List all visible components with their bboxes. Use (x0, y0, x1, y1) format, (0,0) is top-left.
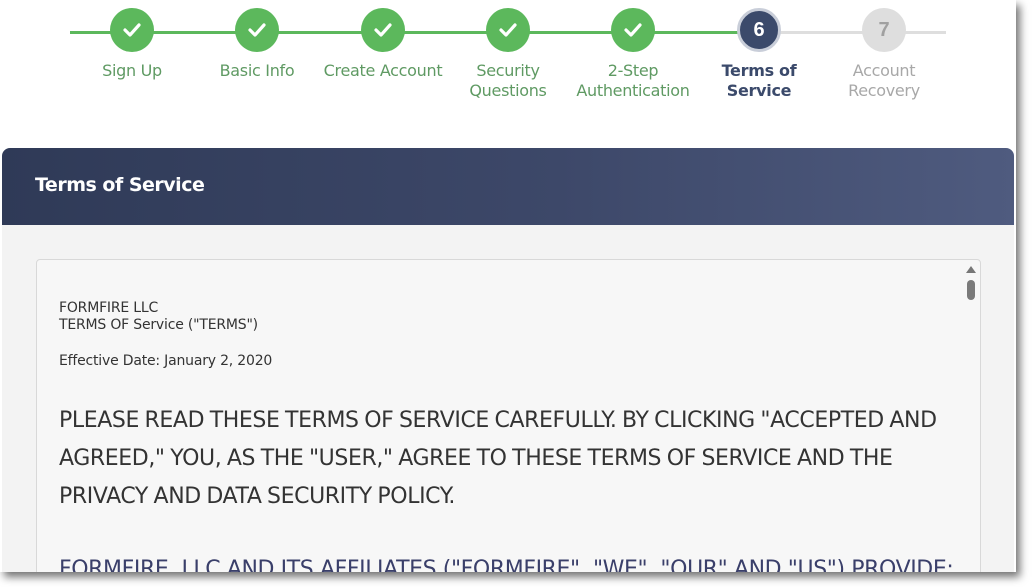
check-icon (624, 23, 642, 37)
check-icon (123, 23, 141, 37)
terms-scroll-box[interactable]: FORMFIRE LLC TERMS OF Service ("TERMS") … (36, 259, 981, 572)
check-icon (374, 23, 392, 37)
terms-company-name: FORMFIRE LLC (59, 300, 159, 316)
check-icon (499, 23, 517, 37)
step-circle-upcoming: 7 (862, 8, 906, 52)
step-circle-completed (235, 8, 279, 52)
panel-header: Terms of Service (2, 148, 1014, 225)
step-circle-current: 6 (737, 8, 781, 52)
check-icon (248, 23, 266, 37)
step-circle-completed (110, 8, 154, 52)
step-circle-completed (611, 8, 655, 52)
step-number: 7 (878, 18, 890, 41)
terms-content: FORMFIRE LLC TERMS OF Service ("TERMS") … (59, 300, 954, 572)
step-circle-completed (486, 8, 530, 52)
step-circle-completed (361, 8, 405, 52)
terms-scrollbar[interactable] (964, 264, 978, 572)
scroll-thumb[interactable] (967, 280, 975, 300)
panel-title: Terms of Service (35, 174, 205, 196)
terms-effective-date: Effective Date: January 2, 2020 (59, 353, 273, 369)
step-number: 6 (753, 18, 765, 41)
terms-notice: PLEASE READ THESE TERMS OF SERVICE CAREF… (59, 408, 937, 509)
terms-paragraph: FORMFIRE, LLC AND ITS AFFILIATES ("FORMF… (59, 557, 954, 572)
step-label: Account Recovery (848, 61, 920, 100)
terms-document-title: TERMS OF Service ("TERMS") (59, 317, 258, 333)
page-frame: Sign Up Basic Info Create Account Securi… (0, 0, 1016, 572)
step-account-recovery: 7 Account Recovery (809, 8, 959, 101)
panel-body: FORMFIRE LLC TERMS OF Service ("TERMS") … (2, 225, 1014, 572)
scroll-up-arrow-icon[interactable] (966, 266, 976, 273)
progress-stepper: Sign Up Basic Info Create Account Securi… (0, 0, 1016, 130)
